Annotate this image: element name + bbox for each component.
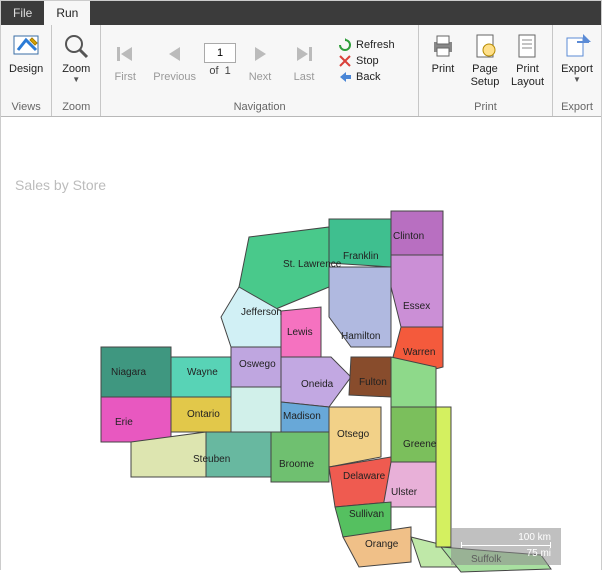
next-button[interactable]: Next [240, 35, 280, 84]
print-layout-button[interactable]: Print Layout [507, 27, 548, 89]
page-total: of 1 [209, 65, 230, 77]
svg-text:Franklin: Franklin [343, 251, 379, 262]
group-zoom: Zoom ▼ Zoom [52, 25, 101, 116]
design-icon [10, 30, 42, 62]
svg-text:Ulster: Ulster [391, 487, 418, 498]
previous-label: Previous [153, 71, 196, 84]
svg-text:Madison: Madison [283, 411, 321, 422]
back-icon [338, 70, 352, 84]
svg-text:Ontario: Ontario [187, 409, 220, 420]
group-zoom-label: Zoom [56, 99, 96, 116]
page-setup-label: Page Setup [471, 63, 500, 89]
back-button[interactable]: Back [334, 69, 399, 85]
first-icon [109, 38, 141, 70]
county-greene[interactable] [391, 407, 436, 462]
page-input[interactable] [204, 43, 236, 63]
last-button[interactable]: Last [284, 35, 324, 84]
stop-button[interactable]: Stop [334, 53, 399, 69]
tab-run[interactable]: Run [44, 1, 90, 25]
stop-icon [338, 54, 352, 68]
svg-text:Lewis: Lewis [287, 327, 313, 338]
previous-icon [159, 38, 191, 70]
last-label: Last [294, 71, 315, 84]
group-views-label: Views [5, 99, 47, 116]
scale-bar: 100 km 75 mi [451, 528, 561, 565]
svg-text:Niagara: Niagara [111, 367, 146, 378]
county-essex[interactable] [391, 255, 443, 327]
refresh-label: Refresh [356, 39, 395, 51]
svg-text:Jefferson: Jefferson [241, 307, 282, 318]
zoom-caret-icon: ▼ [72, 76, 80, 84]
county-erie[interactable] [101, 397, 171, 442]
svg-text:Oswego: Oswego [239, 359, 276, 370]
print-layout-label: Print Layout [511, 63, 544, 89]
svg-text:Broome: Broome [279, 459, 314, 470]
tab-bar: File Run [1, 1, 601, 25]
svg-text:Erie: Erie [115, 417, 133, 428]
county-ulster[interactable] [383, 462, 439, 507]
print-layout-icon [511, 30, 543, 62]
print-icon [427, 30, 459, 62]
svg-text:Delaware: Delaware [343, 471, 386, 482]
group-print-label: Print [423, 99, 548, 116]
group-export: Export ▼ Export [553, 25, 601, 116]
svg-text:Otsego: Otsego [337, 429, 370, 440]
refresh-icon [338, 38, 352, 52]
design-label: Design [9, 63, 43, 76]
svg-text:Greene: Greene [403, 439, 437, 450]
group-navigation: First Previous of 1 [101, 25, 419, 116]
next-icon [244, 38, 276, 70]
county-onondaga[interactable] [231, 387, 281, 432]
ribbon: Design Views Zoom ▼ Zoom [1, 25, 601, 117]
svg-text:Hamilton: Hamilton [341, 331, 380, 342]
map-ny: Clinton Franklin St. Lawrence Jefferson … [91, 207, 561, 577]
svg-text:Clinton: Clinton [393, 231, 424, 242]
tab-file[interactable]: File [1, 1, 44, 25]
print-label: Print [432, 63, 455, 76]
page-setup-button[interactable]: Page Setup [465, 27, 505, 89]
svg-text:Wayne: Wayne [187, 367, 218, 378]
svg-text:Warren: Warren [403, 347, 435, 358]
svg-text:St. Lawrence: St. Lawrence [283, 259, 342, 270]
zoom-icon [60, 30, 92, 62]
svg-text:Steuben: Steuben [193, 454, 230, 465]
print-button[interactable]: Print [423, 27, 463, 76]
report-canvas: Sales by Store C [1, 117, 601, 571]
group-export-label: Export [557, 99, 597, 116]
first-button[interactable]: First [105, 35, 145, 84]
group-views: Design Views [1, 25, 52, 116]
scale-km: 100 km [461, 532, 551, 543]
group-print: Print Page Setup Print Layout Print [419, 25, 553, 116]
export-caret-icon: ▼ [573, 76, 581, 84]
previous-button[interactable]: Previous [149, 35, 200, 84]
next-label: Next [249, 71, 272, 84]
page-setup-icon [469, 30, 501, 62]
group-nav-label: Navigation [105, 99, 414, 116]
export-button[interactable]: Export ▼ [557, 27, 597, 84]
refresh-button[interactable]: Refresh [334, 37, 399, 53]
zoom-button[interactable]: Zoom ▼ [56, 27, 96, 84]
svg-text:Fulton: Fulton [359, 377, 387, 388]
back-label: Back [356, 71, 380, 83]
export-icon [561, 30, 593, 62]
svg-text:Orange: Orange [365, 539, 399, 550]
first-label: First [115, 71, 136, 84]
county-broome[interactable] [271, 432, 329, 482]
svg-text:Essex: Essex [403, 301, 430, 312]
county-columbia[interactable] [436, 407, 451, 547]
scale-mi: 75 mi [461, 548, 551, 559]
svg-text:Sullivan: Sullivan [349, 509, 384, 520]
last-icon [288, 38, 320, 70]
stop-label: Stop [356, 55, 379, 67]
svg-text:Oneida: Oneida [301, 379, 334, 390]
report-title: Sales by Store [15, 177, 106, 193]
design-button[interactable]: Design [5, 27, 47, 76]
